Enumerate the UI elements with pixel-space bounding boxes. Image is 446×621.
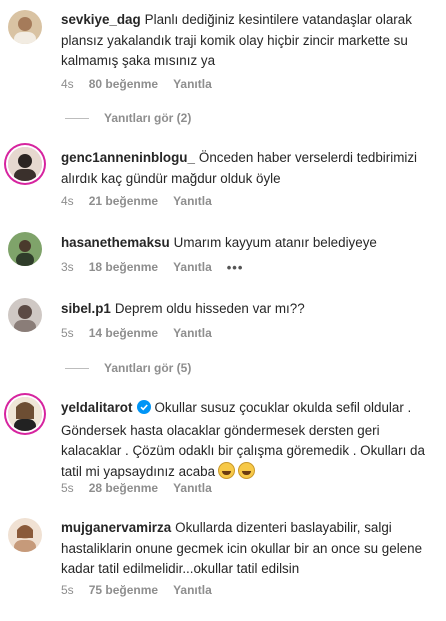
likes-count[interactable]: 28 beğenme	[89, 481, 158, 495]
comment-meta: 5s 14 beğenme Yanıtla	[61, 325, 227, 341]
comment-body: genc1anneninblogu_ Önceden haber verseler…	[61, 148, 436, 189]
avatar[interactable]	[8, 397, 42, 431]
comment-meta: 3s 18 beğenme Yanıtla •••	[61, 259, 258, 275]
likes-count[interactable]: 75 beğenme	[89, 583, 158, 597]
comment-body: yeldalitarot Okullar susuz çocuklar okuld…	[61, 398, 436, 482]
comment-time: 5s	[61, 583, 74, 597]
view-replies-label: Yanıtları gör (5)	[104, 361, 192, 375]
likes-count[interactable]: 18 beğenme	[89, 260, 158, 274]
comment-meta: 4s 21 beğenme Yanıtla	[61, 193, 227, 209]
reply-button[interactable]: Yanıtla	[173, 260, 212, 274]
avatar[interactable]	[8, 298, 42, 332]
comment-text: Umarım kayyum atanır belediyeye	[173, 235, 377, 250]
comment-text: Deprem oldu hisseden var mı??	[114, 301, 305, 316]
comment-time: 4s	[61, 194, 74, 208]
verified-badge-icon	[137, 400, 152, 421]
comment-meta: 4s 80 beğenme Yanıtla	[61, 76, 227, 92]
likes-count[interactable]: 21 beğenme	[89, 194, 158, 208]
avatar[interactable]	[8, 147, 42, 181]
view-replies-button[interactable]: Yanıtları gör (2)	[65, 110, 191, 126]
divider-line	[65, 367, 89, 369]
avatar[interactable]	[8, 232, 42, 266]
comment-body: sibel.p1 Deprem oldu hisseden var mı??	[61, 299, 436, 320]
reply-button[interactable]: Yanıtla	[173, 583, 212, 597]
reply-button[interactable]: Yanıtla	[173, 194, 212, 208]
comment-username[interactable]: genc1anneninblogu_	[61, 150, 195, 165]
comment-username[interactable]: sibel.p1	[61, 301, 111, 316]
more-options-icon[interactable]: •••	[227, 260, 244, 275]
likes-count[interactable]: 80 beğenme	[89, 77, 158, 91]
comment-time: 5s	[61, 326, 74, 340]
reply-button[interactable]: Yanıtla	[173, 77, 212, 91]
smiling-face-emoji-icon	[238, 461, 256, 479]
view-replies-label: Yanıtları gör (2)	[104, 111, 192, 125]
comment-time: 3s	[61, 260, 74, 274]
comment-time: 5s	[61, 481, 74, 495]
comment-body: mujganervamirza Okullarda dizenteri basla…	[61, 518, 436, 580]
view-replies-button[interactable]: Yanıtları gör (5)	[65, 360, 191, 376]
avatar[interactable]	[8, 518, 42, 552]
reply-button[interactable]: Yanıtla	[173, 326, 212, 340]
likes-count[interactable]: 14 beğenme	[89, 326, 158, 340]
comment-time: 4s	[61, 77, 74, 91]
comment-meta: 5s 28 beğenme Yanıtla	[61, 480, 227, 496]
comment-username[interactable]: sevkiye_dag	[61, 12, 141, 27]
comment-username[interactable]: mujganervamirza	[61, 520, 171, 535]
comment-meta: 5s 75 beğenme Yanıtla	[61, 582, 227, 598]
comment-body: sevkiye_dag Planlı dediğiniz kesintilere …	[61, 10, 436, 72]
comment-username[interactable]: hasanethemaksu	[61, 235, 170, 250]
reply-button[interactable]: Yanıtla	[173, 481, 212, 495]
comment-username[interactable]: yeldalitarot	[61, 400, 132, 415]
avatar[interactable]	[8, 10, 42, 44]
divider-line	[65, 117, 89, 119]
grinning-face-emoji-icon	[218, 461, 236, 479]
comment-body: hasanethemaksu Umarım kayyum atanır beled…	[61, 233, 436, 254]
